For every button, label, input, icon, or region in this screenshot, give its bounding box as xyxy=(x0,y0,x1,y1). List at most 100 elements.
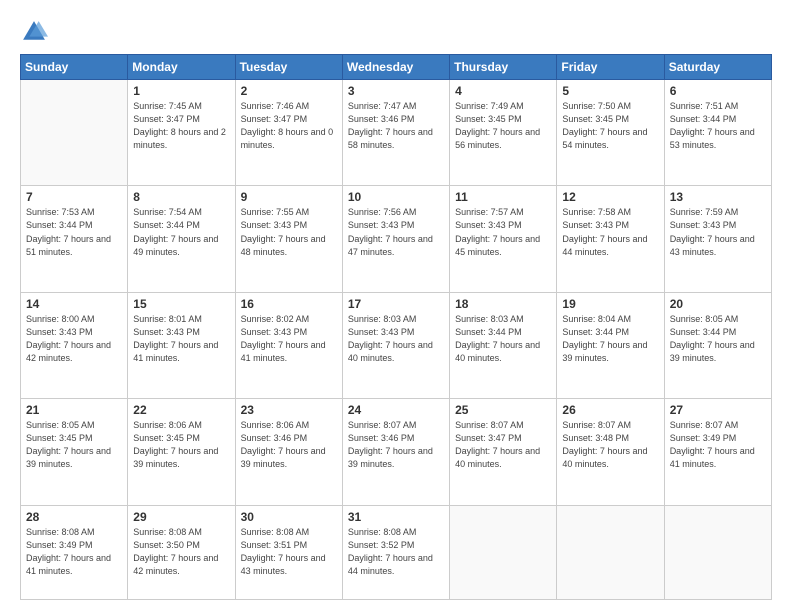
day-info: Sunrise: 7:56 AMSunset: 3:43 PMDaylight:… xyxy=(348,206,444,258)
day-info: Sunrise: 7:55 AMSunset: 3:43 PMDaylight:… xyxy=(241,206,337,258)
day-info: Sunrise: 8:07 AMSunset: 3:48 PMDaylight:… xyxy=(562,419,658,471)
calendar-cell: 4 Sunrise: 7:49 AMSunset: 3:45 PMDaylight… xyxy=(450,80,557,186)
day-number: 31 xyxy=(348,510,444,524)
day-number: 2 xyxy=(241,84,337,98)
week-row-5: 28 Sunrise: 8:08 AMSunset: 3:49 PMDayligh… xyxy=(21,505,772,599)
calendar: SundayMondayTuesdayWednesdayThursdayFrid… xyxy=(20,54,772,600)
calendar-cell: 28 Sunrise: 8:08 AMSunset: 3:49 PMDayligh… xyxy=(21,505,128,599)
week-row-3: 14Sunrise: 8:00 AMSunset: 3:43 PMDayligh… xyxy=(21,292,772,398)
day-info: Sunrise: 8:01 AMSunset: 3:43 PMDaylight:… xyxy=(133,313,229,365)
weekday-header-tuesday: Tuesday xyxy=(235,55,342,80)
day-info: Sunrise: 8:06 AMSunset: 3:46 PMDaylight:… xyxy=(241,419,337,471)
day-info: Sunrise: 8:00 AMSunset: 3:43 PMDaylight:… xyxy=(26,313,122,365)
calendar-cell: 12 Sunrise: 7:58 AMSunset: 3:43 PMDayligh… xyxy=(557,186,664,292)
weekday-header-friday: Friday xyxy=(557,55,664,80)
calendar-cell: 3 Sunrise: 7:47 AMSunset: 3:46 PMDaylight… xyxy=(342,80,449,186)
day-number: 19 xyxy=(562,297,658,311)
day-info: Sunrise: 7:47 AMSunset: 3:46 PMDaylight:… xyxy=(348,100,444,152)
calendar-cell: 31 Sunrise: 8:08 AMSunset: 3:52 PMDayligh… xyxy=(342,505,449,599)
calendar-cell: 13Sunrise: 7:59 AMSunset: 3:43 PMDayligh… xyxy=(664,186,771,292)
day-number: 25 xyxy=(455,403,551,417)
day-info: Sunrise: 7:49 AMSunset: 3:45 PMDaylight:… xyxy=(455,100,551,152)
calendar-cell: 19Sunrise: 8:04 AMSunset: 3:44 PMDayligh… xyxy=(557,292,664,398)
calendar-cell: 30 Sunrise: 8:08 AMSunset: 3:51 PMDayligh… xyxy=(235,505,342,599)
calendar-cell: 29 Sunrise: 8:08 AMSunset: 3:50 PMDayligh… xyxy=(128,505,235,599)
day-info: Sunrise: 8:08 AMSunset: 3:52 PMDaylight:… xyxy=(348,526,444,578)
day-info: Sunrise: 7:46 AMSunset: 3:47 PMDaylight:… xyxy=(241,100,337,152)
day-number: 24 xyxy=(348,403,444,417)
day-info: Sunrise: 7:51 AMSunset: 3:44 PMDaylight:… xyxy=(670,100,766,152)
day-number: 29 xyxy=(133,510,229,524)
day-info: Sunrise: 8:03 AMSunset: 3:44 PMDaylight:… xyxy=(455,313,551,365)
day-info: Sunrise: 7:58 AMSunset: 3:43 PMDaylight:… xyxy=(562,206,658,258)
day-number: 9 xyxy=(241,190,337,204)
calendar-cell: 17 Sunrise: 8:03 AMSunset: 3:43 PMDayligh… xyxy=(342,292,449,398)
day-number: 26 xyxy=(562,403,658,417)
weekday-header-sunday: Sunday xyxy=(21,55,128,80)
calendar-cell: 5Sunrise: 7:50 AMSunset: 3:45 PMDaylight… xyxy=(557,80,664,186)
calendar-cell: 9 Sunrise: 7:55 AMSunset: 3:43 PMDaylight… xyxy=(235,186,342,292)
day-number: 30 xyxy=(241,510,337,524)
calendar-cell xyxy=(557,505,664,599)
day-number: 6 xyxy=(670,84,766,98)
calendar-cell: 27 Sunrise: 8:07 AMSunset: 3:49 PMDayligh… xyxy=(664,399,771,505)
weekday-header-row: SundayMondayTuesdayWednesdayThursdayFrid… xyxy=(21,55,772,80)
calendar-cell: 11 Sunrise: 7:57 AMSunset: 3:43 PMDayligh… xyxy=(450,186,557,292)
day-info: Sunrise: 8:08 AMSunset: 3:49 PMDaylight:… xyxy=(26,526,122,578)
day-number: 1 xyxy=(133,84,229,98)
calendar-cell: 20 Sunrise: 8:05 AMSunset: 3:44 PMDayligh… xyxy=(664,292,771,398)
day-info: Sunrise: 7:59 AMSunset: 3:43 PMDaylight:… xyxy=(670,206,766,258)
calendar-cell: 6 Sunrise: 7:51 AMSunset: 3:44 PMDaylight… xyxy=(664,80,771,186)
day-info: Sunrise: 7:57 AMSunset: 3:43 PMDaylight:… xyxy=(455,206,551,258)
day-info: Sunrise: 8:05 AMSunset: 3:45 PMDaylight:… xyxy=(26,419,122,471)
calendar-cell: 22Sunrise: 8:06 AMSunset: 3:45 PMDayligh… xyxy=(128,399,235,505)
day-number: 22 xyxy=(133,403,229,417)
page: SundayMondayTuesdayWednesdayThursdayFrid… xyxy=(0,0,792,612)
calendar-cell: 18Sunrise: 8:03 AMSunset: 3:44 PMDayligh… xyxy=(450,292,557,398)
weekday-header-thursday: Thursday xyxy=(450,55,557,80)
day-info: Sunrise: 8:07 AMSunset: 3:47 PMDaylight:… xyxy=(455,419,551,471)
logo xyxy=(20,18,52,46)
day-info: Sunrise: 8:03 AMSunset: 3:43 PMDaylight:… xyxy=(348,313,444,365)
day-info: Sunrise: 8:08 AMSunset: 3:51 PMDaylight:… xyxy=(241,526,337,578)
day-number: 4 xyxy=(455,84,551,98)
calendar-cell xyxy=(664,505,771,599)
day-info: Sunrise: 8:05 AMSunset: 3:44 PMDaylight:… xyxy=(670,313,766,365)
day-info: Sunrise: 7:45 AMSunset: 3:47 PMDaylight:… xyxy=(133,100,229,152)
calendar-cell: 15Sunrise: 8:01 AMSunset: 3:43 PMDayligh… xyxy=(128,292,235,398)
day-number: 7 xyxy=(26,190,122,204)
calendar-cell: 2 Sunrise: 7:46 AMSunset: 3:47 PMDaylight… xyxy=(235,80,342,186)
day-number: 28 xyxy=(26,510,122,524)
day-number: 12 xyxy=(562,190,658,204)
day-number: 16 xyxy=(241,297,337,311)
day-info: Sunrise: 7:53 AMSunset: 3:44 PMDaylight:… xyxy=(26,206,122,258)
day-info: Sunrise: 8:08 AMSunset: 3:50 PMDaylight:… xyxy=(133,526,229,578)
calendar-cell: 26 Sunrise: 8:07 AMSunset: 3:48 PMDayligh… xyxy=(557,399,664,505)
header xyxy=(20,18,772,46)
calendar-cell: 8Sunrise: 7:54 AMSunset: 3:44 PMDaylight… xyxy=(128,186,235,292)
day-number: 20 xyxy=(670,297,766,311)
day-number: 11 xyxy=(455,190,551,204)
weekday-header-saturday: Saturday xyxy=(664,55,771,80)
day-number: 23 xyxy=(241,403,337,417)
calendar-cell: 23 Sunrise: 8:06 AMSunset: 3:46 PMDayligh… xyxy=(235,399,342,505)
week-row-1: 1 Sunrise: 7:45 AMSunset: 3:47 PMDaylight… xyxy=(21,80,772,186)
calendar-cell: 25 Sunrise: 8:07 AMSunset: 3:47 PMDayligh… xyxy=(450,399,557,505)
calendar-cell: 16 Sunrise: 8:02 AMSunset: 3:43 PMDayligh… xyxy=(235,292,342,398)
day-info: Sunrise: 8:02 AMSunset: 3:43 PMDaylight:… xyxy=(241,313,337,365)
day-number: 21 xyxy=(26,403,122,417)
day-info: Sunrise: 7:50 AMSunset: 3:45 PMDaylight:… xyxy=(562,100,658,152)
day-info: Sunrise: 8:07 AMSunset: 3:49 PMDaylight:… xyxy=(670,419,766,471)
calendar-cell: 14Sunrise: 8:00 AMSunset: 3:43 PMDayligh… xyxy=(21,292,128,398)
day-number: 27 xyxy=(670,403,766,417)
week-row-2: 7 Sunrise: 7:53 AMSunset: 3:44 PMDaylight… xyxy=(21,186,772,292)
calendar-cell: 10 Sunrise: 7:56 AMSunset: 3:43 PMDayligh… xyxy=(342,186,449,292)
calendar-cell: 7 Sunrise: 7:53 AMSunset: 3:44 PMDaylight… xyxy=(21,186,128,292)
day-number: 3 xyxy=(348,84,444,98)
day-number: 8 xyxy=(133,190,229,204)
day-number: 10 xyxy=(348,190,444,204)
logo-icon xyxy=(20,18,48,46)
day-number: 17 xyxy=(348,297,444,311)
calendar-cell xyxy=(450,505,557,599)
weekday-header-wednesday: Wednesday xyxy=(342,55,449,80)
